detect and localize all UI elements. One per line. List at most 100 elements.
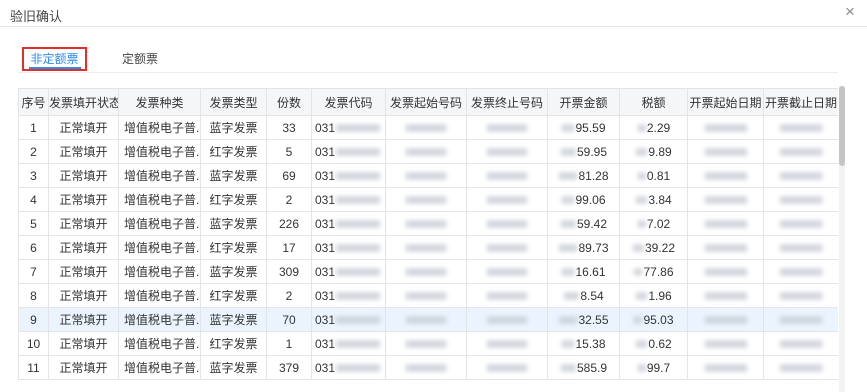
cell-end-no xyxy=(466,283,548,308)
cell-tax: 7.02 xyxy=(619,211,688,236)
redacted-value xyxy=(486,364,528,373)
invoice-amount: 16.61 xyxy=(575,264,606,279)
table-row[interactable]: 5 正常填开 增值税电子普... 蓝字发票 226 031 59.42 7.02 xyxy=(18,211,838,236)
invoice-status: 正常填开 xyxy=(59,193,108,207)
cell-type: 蓝字发票 xyxy=(200,307,267,332)
redacted-value xyxy=(335,292,382,301)
table-row[interactable]: 6 正常填开 增值税电子普... 红字发票 17 031 89.73 39.22 xyxy=(18,235,838,260)
close-icon[interactable]: × xyxy=(842,3,858,21)
row-index: 9 xyxy=(30,312,37,327)
column-header-status: 发票填开状态 xyxy=(48,88,119,116)
redacted-value xyxy=(486,148,528,157)
cell-kind: 增值税电子普... xyxy=(118,259,201,284)
invoice-count: 5 xyxy=(285,144,293,159)
cell-tax: 2.29 xyxy=(619,115,688,140)
invoice-kind: 增值税电子普... xyxy=(124,337,201,351)
cell-kind: 增值税电子普... xyxy=(118,331,201,356)
table-row[interactable]: 11 正常填开 增值税电子普... 蓝字发票 379 031 585.9 99.7 xyxy=(18,355,838,380)
table-row[interactable]: 7 正常填开 增值税电子普... 蓝字发票 309 031 16.61 77.86 xyxy=(18,259,838,284)
redacted-value xyxy=(558,244,579,253)
cell-status: 正常填开 xyxy=(48,139,119,164)
redacted-value xyxy=(486,172,528,181)
cell-tax: 99.7 xyxy=(619,355,688,380)
invoice-kind: 增值税电子普... xyxy=(124,121,201,135)
redacted-value xyxy=(779,244,823,253)
cell-start-date xyxy=(687,259,764,284)
redacted-value xyxy=(405,316,447,325)
cell-kind: 增值税电子普... xyxy=(118,235,201,260)
invoice-tax: 95.03 xyxy=(643,312,674,327)
tab-non-quota-invoice[interactable]: 非定额票 xyxy=(24,49,85,69)
cell-amount: 99.06 xyxy=(547,187,620,212)
cell-status: 正常填开 xyxy=(48,331,119,356)
cell-start-date xyxy=(687,307,764,332)
dialog-header: 验旧确认 × xyxy=(0,0,867,27)
scrollbar-thumb[interactable] xyxy=(839,86,845,166)
invoice-type: 红字发票 xyxy=(209,193,258,207)
invoice-status: 正常填开 xyxy=(59,337,108,351)
table-row[interactable]: 10 正常填开 增值税电子普... 红字发票 1 031 15.38 0.62 xyxy=(18,331,838,356)
column-header-end-date: 开票截止日期 xyxy=(763,88,838,116)
cell-index: 1 xyxy=(18,115,49,140)
invoice-kind: 增值税电子普... xyxy=(124,217,201,231)
redacted-value xyxy=(631,244,645,253)
redacted-value xyxy=(703,124,748,133)
redacted-value xyxy=(779,220,823,229)
redacted-value xyxy=(559,220,577,229)
redacted-value xyxy=(703,220,748,229)
invoice-amount: 59.95 xyxy=(576,144,608,159)
cell-start-no xyxy=(385,187,467,212)
invoice-kind: 增值税电子普... xyxy=(124,169,201,183)
table-row[interactable]: 2 正常填开 增值税电子普... 红字发票 5 031 59.95 9.89 xyxy=(18,139,838,164)
cell-kind: 增值税电子普... xyxy=(118,139,201,164)
invoice-kind: 增值税电子普... xyxy=(124,193,201,207)
cell-amount: 59.42 xyxy=(547,211,620,236)
cell-count: 2 xyxy=(266,283,312,308)
cell-code: 031 xyxy=(311,355,386,380)
invoice-count: 2 xyxy=(285,288,293,303)
invoice-amount: 99.06 xyxy=(575,192,606,207)
invoice-count: 70 xyxy=(282,312,296,327)
cell-start-no xyxy=(385,211,467,236)
invoice-table: 序号 发票填开状态 发票种类 发票类型 份数 发票代码 发票起始号码 发票终止号… xyxy=(18,88,838,380)
invoice-count: 33 xyxy=(282,120,296,135)
cell-type: 红字发票 xyxy=(200,283,267,308)
invoice-type: 蓝字发票 xyxy=(209,121,258,135)
redacted-value xyxy=(335,364,382,373)
cell-type: 蓝字发票 xyxy=(200,355,267,380)
invoice-amount: 585.9 xyxy=(576,360,608,375)
table-row[interactable]: 4 正常填开 增值税电子普... 红字发票 2 031 99.06 3.84 xyxy=(18,187,838,212)
invoice-count: 2 xyxy=(285,192,293,207)
cell-type: 红字发票 xyxy=(200,235,267,260)
cell-end-no xyxy=(466,235,548,260)
cell-status: 正常填开 xyxy=(48,235,119,260)
table-row[interactable]: 3 正常填开 增值税电子普... 蓝字发票 69 031 81.28 0.81 xyxy=(18,163,838,188)
vertical-scrollbar[interactable] xyxy=(839,86,845,392)
cell-end-date xyxy=(763,259,838,284)
invoice-type: 红字发票 xyxy=(209,145,258,159)
table-row[interactable]: 1 正常填开 增值税电子普... 蓝字发票 33 031 95.59 2.29 xyxy=(18,115,838,140)
row-index: 8 xyxy=(30,288,37,303)
invoice-code: 031 xyxy=(315,312,336,327)
redacted-value xyxy=(703,292,748,301)
row-index: 4 xyxy=(30,192,37,207)
invoice-status: 正常填开 xyxy=(59,121,108,135)
redacted-value xyxy=(405,148,447,157)
invoice-status: 正常填开 xyxy=(59,169,108,183)
row-index: 1 xyxy=(30,120,37,135)
redacted-value xyxy=(405,364,447,373)
cell-end-no xyxy=(466,139,548,164)
table-row[interactable]: 9 正常填开 增值税电子普... 蓝字发票 70 031 32.55 95.03 xyxy=(18,307,838,332)
tab-quota-invoice[interactable]: 定额票 xyxy=(118,49,162,69)
invoice-amount: 32.55 xyxy=(578,312,609,327)
cell-end-date xyxy=(763,163,838,188)
invoice-kind: 增值税电子普... xyxy=(124,313,201,327)
table-row[interactable]: 8 正常填开 增值税电子普... 红字发票 2 031 8.54 1.96 xyxy=(18,283,838,308)
column-header-amount: 开票金额 xyxy=(547,88,620,116)
cell-start-date xyxy=(687,235,764,260)
redacted-value xyxy=(779,268,823,277)
redacted-value xyxy=(635,196,649,205)
invoice-type: 红字发票 xyxy=(209,241,258,255)
cell-count: 1 xyxy=(266,331,312,356)
invoice-type: 红字发票 xyxy=(209,337,258,351)
